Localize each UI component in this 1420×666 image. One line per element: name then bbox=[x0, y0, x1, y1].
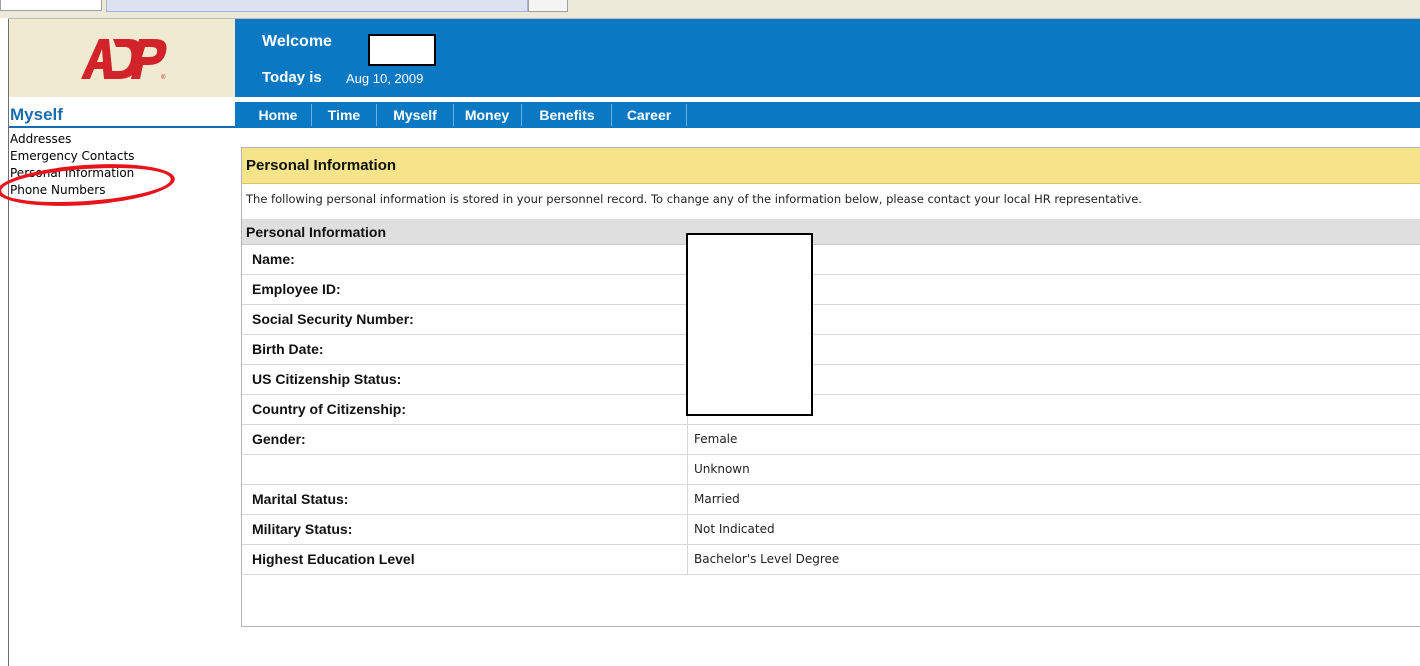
nav-tab-myself[interactable]: Myself bbox=[381, 102, 449, 128]
frame-border-left bbox=[8, 18, 9, 666]
table-row: Marital Status: Married bbox=[242, 485, 1420, 515]
info-description: The following personal information is st… bbox=[246, 192, 1142, 206]
row-label: Gender: bbox=[252, 431, 306, 447]
table-row: US Citizenship Status: bbox=[242, 365, 1420, 395]
page-title: Personal Information bbox=[246, 157, 397, 174]
today-date: Aug 10, 2009 bbox=[346, 71, 424, 86]
row-label: Country of Citizenship: bbox=[252, 401, 406, 417]
browser-tab[interactable] bbox=[0, 0, 102, 11]
browser-chrome bbox=[0, 0, 1420, 18]
welcome-label: Welcome bbox=[262, 33, 332, 50]
row-label: Employee ID: bbox=[252, 281, 341, 297]
nav-separator bbox=[686, 104, 687, 126]
adp-logo[interactable]: ® bbox=[79, 35, 169, 81]
nav-tab-career[interactable]: Career bbox=[617, 102, 681, 128]
today-label: Today is bbox=[262, 69, 322, 86]
table-row: Unknown bbox=[242, 455, 1420, 485]
row-label: Birth Date: bbox=[252, 341, 324, 357]
header-banner: Welcome Today is Aug 10, 2009 bbox=[235, 19, 1420, 97]
sidebar-divider bbox=[9, 126, 235, 128]
row-value: Female bbox=[694, 432, 738, 446]
table-row: Gender: Female bbox=[242, 425, 1420, 455]
nav-separator bbox=[311, 104, 312, 126]
section-title: Personal Information bbox=[246, 224, 387, 240]
table-row: Name: bbox=[242, 245, 1420, 275]
logo-area: ® bbox=[9, 19, 235, 97]
redaction-box bbox=[686, 233, 813, 416]
row-value: Bachelor's Level Degree bbox=[694, 552, 840, 566]
column-divider bbox=[687, 515, 688, 544]
column-divider bbox=[687, 455, 688, 484]
table-row: Employee ID: bbox=[242, 275, 1420, 305]
column-divider bbox=[687, 485, 688, 514]
svg-text:®: ® bbox=[161, 74, 166, 81]
nav-separator bbox=[521, 104, 522, 126]
row-label: Name: bbox=[252, 251, 295, 267]
address-bar[interactable] bbox=[106, 0, 528, 12]
main-nav: Home Time Myself Money Benefits Career bbox=[235, 102, 1420, 128]
nav-separator bbox=[376, 104, 377, 126]
table-row: Country of Citizenship: bbox=[242, 395, 1420, 425]
sidebar-title: Myself bbox=[10, 105, 63, 124]
row-label: Marital Status: bbox=[252, 491, 349, 507]
nav-tab-home[interactable]: Home bbox=[250, 102, 306, 128]
sidebar-item-addresses[interactable]: Addresses bbox=[10, 131, 134, 148]
table-row: Highest Education Level Bachelor's Level … bbox=[242, 545, 1420, 575]
nav-tab-benefits[interactable]: Benefits bbox=[527, 102, 607, 128]
row-label: US Citizenship Status: bbox=[252, 371, 402, 387]
table-row: Military Status: Not Indicated bbox=[242, 515, 1420, 545]
redacted-name-box bbox=[368, 34, 436, 66]
row-label: Social Security Number: bbox=[252, 311, 414, 327]
personal-info-panel: Personal Information The following perso… bbox=[241, 147, 1420, 627]
nav-tab-time[interactable]: Time bbox=[316, 102, 372, 128]
nav-separator bbox=[611, 104, 612, 126]
row-label: Highest Education Level bbox=[252, 551, 415, 567]
row-value: Unknown bbox=[694, 462, 750, 476]
browser-button[interactable] bbox=[528, 0, 568, 12]
section-header: Personal Information bbox=[242, 219, 1420, 245]
column-divider bbox=[687, 425, 688, 454]
row-label: Military Status: bbox=[252, 521, 353, 537]
sidebar-item-emergency-contacts[interactable]: Emergency Contacts bbox=[10, 148, 134, 165]
row-value: Not Indicated bbox=[694, 522, 775, 536]
panel-title-bar: Personal Information bbox=[242, 148, 1420, 184]
table-row: Social Security Number: bbox=[242, 305, 1420, 335]
column-divider bbox=[687, 545, 688, 574]
table-row: Birth Date: bbox=[242, 335, 1420, 365]
row-value: Married bbox=[694, 492, 740, 506]
nav-tab-money[interactable]: Money bbox=[457, 102, 517, 128]
nav-separator bbox=[453, 104, 454, 126]
info-table: Name: Employee ID: Social Security Numbe… bbox=[242, 245, 1420, 575]
